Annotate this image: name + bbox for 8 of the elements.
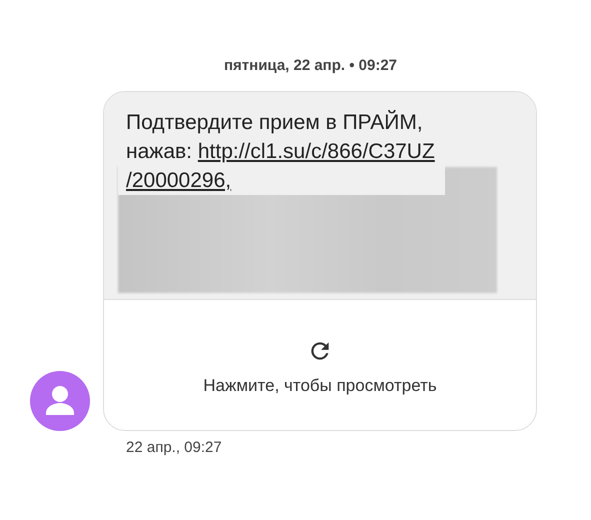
preview-button[interactable]: Нажмите, чтобы просмотреть: [104, 299, 536, 430]
link[interactable]: /20000296,: [126, 169, 232, 192]
message-text: Подтвердите прием в ПРАЙМ,: [126, 111, 423, 134]
avatar-icon: [30, 371, 90, 431]
timestamp: 22 апр., 09:27: [126, 439, 223, 456]
link[interactable]: http://cl1.su/c/866/C37UZ: [198, 140, 435, 163]
message-text: нажав:: [126, 140, 192, 163]
date-header: пятница, 22 апр. • 09:27: [222, 57, 398, 74]
